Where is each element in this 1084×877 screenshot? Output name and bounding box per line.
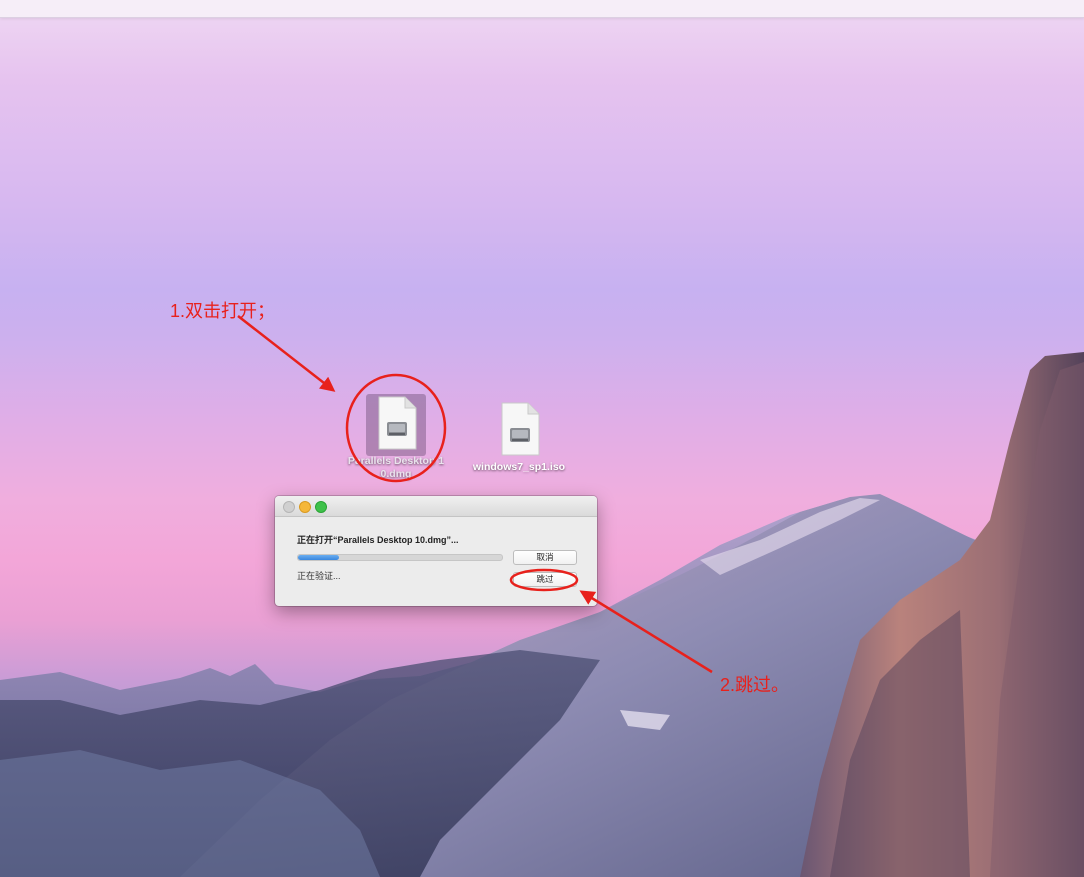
desktop-icon-label: Parallels Desktop 10.dmg xyxy=(347,455,445,480)
skip-button[interactable]: 跳过 xyxy=(513,572,577,587)
annotation-step-1: 1.双击打开； xyxy=(170,301,276,321)
dialog-titlebar xyxy=(275,496,597,517)
desktop-icon-label: windows7_sp1.iso xyxy=(472,461,566,473)
minimize-window-icon[interactable] xyxy=(299,501,311,513)
progress-bar-fill xyxy=(298,555,339,560)
disk-image-icon xyxy=(501,402,540,456)
annotation-step-2: 2.跳过。 xyxy=(720,675,790,695)
desktop-icon-windows-iso[interactable]: windows7_sp1.iso xyxy=(469,402,569,474)
disk-image-icon xyxy=(378,396,417,450)
opening-progress-dialog: 正在打开“Parallels Desktop 10.dmg”... 正在验证..… xyxy=(275,496,597,606)
close-window-icon[interactable] xyxy=(283,501,295,513)
desktop: Parallels Desktop 10.dmg windows7_sp1.is… xyxy=(0,0,1084,877)
progress-bar xyxy=(297,554,503,561)
dialog-message: 正在打开“Parallels Desktop 10.dmg”... xyxy=(297,535,459,545)
dialog-status: 正在验证... xyxy=(297,571,341,581)
desktop-icon-parallels-dmg[interactable]: Parallels Desktop 10.dmg xyxy=(346,394,446,481)
zoom-window-icon[interactable] xyxy=(315,501,327,513)
cancel-button[interactable]: 取消 xyxy=(513,550,577,565)
menu-bar xyxy=(0,0,1084,18)
